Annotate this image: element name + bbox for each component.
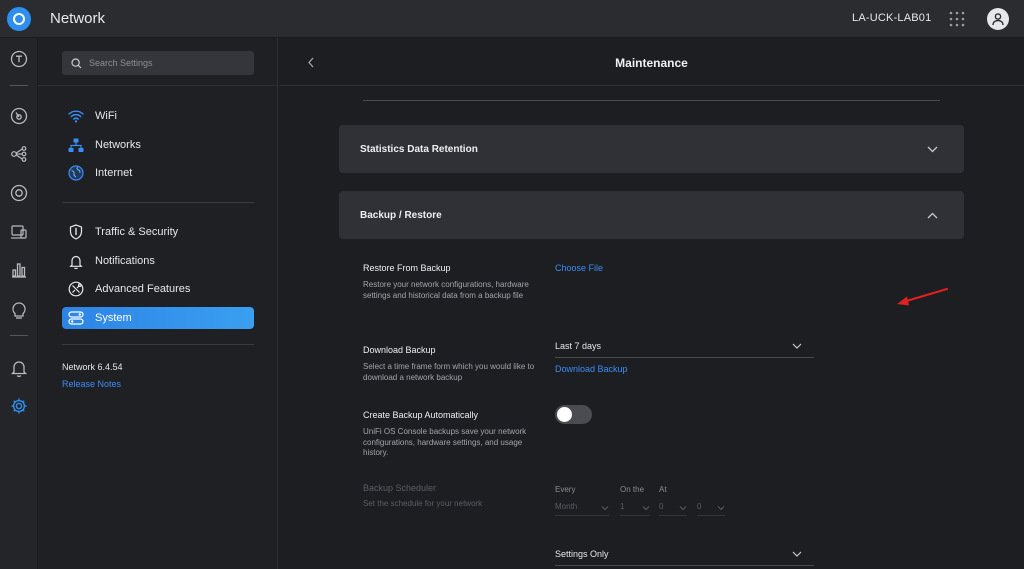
chevron-down-icon (601, 506, 609, 511)
restore-description: Restore your network configurations, har… (363, 280, 529, 300)
backup-restore-panel[interactable]: Backup / Restore (339, 191, 964, 239)
chevron-down-icon (642, 506, 650, 511)
download-label: Download Backup (363, 345, 436, 355)
sidebar-item-traffic-security[interactable]: Traffic & Security (62, 221, 254, 243)
every-label: Every (555, 485, 576, 494)
app-title: Network (50, 10, 106, 27)
sidebar-item-label: System (95, 312, 132, 324)
toggle-knob (557, 407, 572, 422)
alerts-icon[interactable] (9, 358, 29, 378)
dashboard-icon[interactable] (9, 106, 29, 126)
minute-select[interactable]: 0 (697, 502, 725, 516)
section-divider (363, 100, 940, 101)
rail-divider (10, 335, 28, 336)
sidebar-item-networks[interactable]: Networks (62, 134, 254, 156)
hour-select-value: 0 (659, 502, 664, 511)
annotation-arrow-icon (897, 287, 949, 306)
page-title: Maintenance (615, 56, 688, 70)
hour-select[interactable]: 0 (659, 502, 687, 516)
restore-label: Restore From Backup (363, 263, 451, 273)
chevron-up-icon[interactable] (925, 208, 939, 222)
sidebar-item-label: Advanced Features (95, 283, 191, 295)
on-the-label: On the (620, 485, 645, 494)
shield-icon (67, 223, 85, 241)
search-icon (71, 57, 82, 68)
choose-file-link[interactable]: Choose File (555, 263, 603, 273)
sidebar-item-label: Networks (95, 139, 141, 151)
target-icon[interactable] (9, 183, 29, 203)
search-box[interactable] (62, 51, 254, 75)
day-select-value: 1 (620, 502, 625, 511)
auto-backup-toggle[interactable] (555, 405, 592, 424)
settings-sidebar: WiFi Networks Internet Traffic & Securit… (38, 38, 278, 569)
main-content: Maintenance Statistics Data Retention Ba… (279, 38, 1024, 569)
minute-select-value: 0 (697, 502, 702, 511)
unifi-logo[interactable] (0, 0, 38, 38)
sidebar-item-label: WiFi (95, 110, 117, 122)
devices-icon[interactable] (9, 222, 29, 242)
every-select[interactable]: Month (555, 502, 609, 516)
version-text: Network 6.4.54 (62, 362, 123, 372)
chevron-down-icon (792, 551, 802, 557)
app-rail (0, 38, 38, 569)
networks-icon (67, 136, 85, 154)
download-backup-link[interactable]: Download Backup (555, 364, 628, 374)
user-avatar-icon[interactable] (987, 8, 1009, 30)
at-label: At (659, 485, 667, 494)
rail-divider (10, 85, 28, 86)
device-name[interactable]: LA-UCK-LAB01 (852, 12, 931, 24)
page-header: Maintenance (279, 38, 1024, 86)
system-icon (67, 309, 85, 327)
sidebar-item-wifi[interactable]: WiFi (62, 105, 254, 127)
bell-icon (67, 252, 85, 270)
globe-icon (67, 164, 85, 182)
chevron-down-icon[interactable] (925, 142, 939, 156)
sidebar-divider (62, 202, 254, 203)
sidebar-divider (38, 85, 278, 86)
scheduler-description: Set the schedule for your network (363, 499, 483, 508)
timeframe-select-value: Last 7 days (555, 341, 602, 351)
sidebar-item-label: Notifications (95, 255, 155, 267)
timeframe-select[interactable]: Last 7 days (555, 338, 814, 358)
apps-grid-icon[interactable] (949, 11, 965, 27)
insights-icon[interactable] (9, 300, 29, 320)
backup-content-select[interactable]: Settings Only (555, 546, 814, 566)
search-input[interactable] (89, 58, 239, 68)
every-select-value: Month (555, 502, 578, 511)
topology-t-icon[interactable] (9, 49, 29, 69)
topology-icon[interactable] (9, 144, 29, 164)
panel-title: Backup / Restore (360, 209, 442, 221)
download-description: Select a time frame form which you would… (363, 362, 535, 382)
sidebar-item-internet[interactable]: Internet (62, 162, 254, 184)
sidebar-item-label: Traffic & Security (95, 226, 179, 238)
scheduler-label: Backup Scheduler (363, 483, 437, 493)
sidebar-item-system[interactable]: System (62, 307, 254, 329)
settings-icon[interactable] (9, 396, 29, 416)
backup-content-select-value: Settings Only (555, 549, 609, 559)
unifi-logo-icon (7, 7, 31, 31)
tools-icon (67, 280, 85, 298)
auto-backup-description: UniFi OS Console backups save your netwo… (363, 427, 527, 457)
sidebar-item-advanced-features[interactable]: Advanced Features (62, 278, 254, 300)
chevron-down-icon (792, 343, 802, 349)
sidebar-item-label: Internet (95, 167, 133, 179)
top-bar: Network LA-UCK-LAB01 (0, 0, 1024, 38)
statistics-retention-panel[interactable]: Statistics Data Retention (339, 125, 964, 173)
statistics-icon[interactable] (9, 260, 29, 280)
sidebar-divider (62, 344, 254, 345)
sidebar-item-notifications[interactable]: Notifications (62, 250, 254, 272)
chevron-down-icon (717, 506, 725, 511)
wifi-icon (67, 107, 85, 125)
release-notes-link[interactable]: Release Notes (62, 379, 121, 389)
chevron-down-icon (679, 506, 687, 511)
auto-backup-label: Create Backup Automatically (363, 410, 479, 420)
panel-title: Statistics Data Retention (360, 143, 478, 155)
day-select[interactable]: 1 (620, 502, 650, 516)
